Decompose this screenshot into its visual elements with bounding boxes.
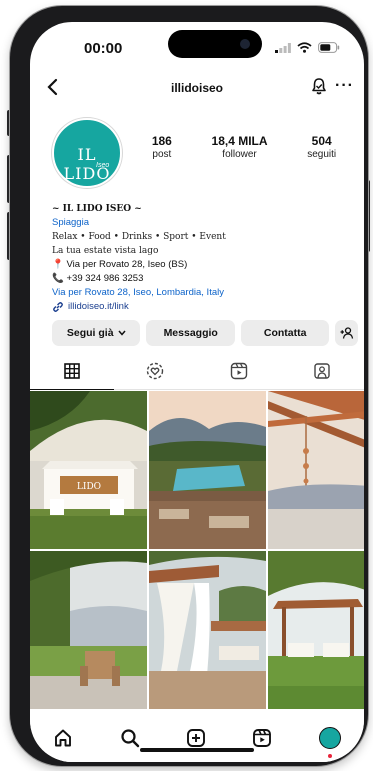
post-image — [149, 551, 266, 709]
bio-name: ~ IL LIDO ISEO ~ — [52, 204, 142, 214]
post-thumbnail[interactable] — [268, 391, 364, 549]
stat-value: 186 — [151, 134, 172, 148]
stat-followers[interactable]: 18,4 MILA follower — [212, 134, 268, 160]
add-person-icon — [340, 327, 353, 339]
status-time: 00:00 — [84, 40, 123, 57]
bottom-navigation — [30, 714, 364, 762]
avatar-logo-text: IL LIDO — [63, 145, 111, 183]
grid-icon — [63, 362, 80, 379]
profile-avatar[interactable]: IL LIDO Iseo — [52, 118, 122, 188]
bio-phone: +39 324 986 3253 — [66, 273, 144, 284]
create-post-icon[interactable] — [186, 728, 206, 748]
contact-button[interactable]: Contatta — [240, 320, 330, 346]
following-label: Segui già — [66, 327, 114, 339]
profile-actions: Segui già Messaggio Contatta — [52, 320, 358, 346]
bio-category[interactable]: Spiaggia — [52, 216, 352, 230]
wifi-icon — [297, 42, 312, 53]
post-image — [149, 391, 266, 549]
search-icon[interactable] — [120, 728, 140, 748]
tab-videos[interactable] — [197, 352, 281, 390]
message-button[interactable]: Messaggio — [146, 320, 235, 346]
following-button[interactable]: Segui già — [52, 320, 141, 346]
bio-link-line[interactable]: illidoiseo.it/link — [52, 300, 352, 314]
svg-text:LIDO: LIDO — [77, 482, 101, 492]
phone-screen: 00:00 illidoiseo ··· IL LIDO Iseo 186 po… — [30, 22, 364, 762]
post-thumbnail[interactable] — [268, 551, 364, 709]
profile-nav-avatar[interactable] — [318, 727, 341, 758]
post-thumbnail[interactable]: LIDO — [30, 391, 147, 549]
notification-bell-icon[interactable] — [310, 77, 328, 95]
stat-label: post — [152, 149, 172, 160]
content-tabs — [30, 352, 364, 390]
post-image: LIDO — [30, 391, 147, 549]
video-icon — [230, 362, 247, 379]
bio-address[interactable]: Via per Rovato 28, Iseo, Lombardia, Ital… — [52, 286, 352, 300]
pin-icon: 📍 — [52, 259, 64, 270]
suggest-people-button[interactable] — [335, 320, 358, 346]
reels-heart-icon — [147, 362, 164, 379]
phone-icon: 📞 — [52, 273, 64, 284]
profile-header: illidoiseo ··· — [30, 72, 364, 108]
tab-tagged[interactable] — [280, 352, 364, 390]
chevron-down-icon — [118, 330, 126, 336]
post-thumbnail[interactable] — [149, 551, 266, 709]
home-indicator[interactable] — [140, 748, 254, 752]
stat-value: 504 — [311, 134, 332, 148]
stat-label: seguiti — [307, 149, 337, 160]
more-options-icon[interactable]: ··· — [335, 77, 354, 95]
bio-link: illidoiseo.it/link — [68, 301, 129, 312]
battery-icon — [318, 42, 340, 53]
profile-stats: 186 post 18,4 MILA follower 504 seguiti — [132, 134, 356, 160]
status-icons — [275, 42, 340, 53]
signal-icon — [275, 42, 291, 53]
post-thumbnail[interactable] — [30, 551, 147, 709]
notification-dot — [327, 754, 332, 758]
stat-posts[interactable]: 186 post — [152, 134, 172, 160]
avatar-logo-sub: Iseo — [96, 162, 110, 169]
post-thumbnail[interactable] — [149, 391, 266, 549]
stat-following[interactable]: 504 seguiti — [307, 134, 336, 160]
bio-phone-line: 📞 +39 324 986 3253 — [52, 272, 352, 286]
profile-bio: ~ IL LIDO ISEO ~ Spiaggia Relax • Food •… — [52, 202, 352, 314]
link-icon — [53, 302, 63, 312]
bio-location: Via per Rovato 28, Iseo (BS) — [66, 259, 188, 270]
reels-icon[interactable] — [252, 728, 272, 748]
camera-dot — [240, 39, 250, 49]
dynamic-island — [168, 30, 262, 58]
tagged-icon — [314, 362, 330, 379]
post-image — [268, 391, 364, 549]
bio-line: La tua estate vista lago — [52, 246, 159, 256]
post-image — [30, 551, 147, 709]
home-icon[interactable] — [53, 728, 73, 748]
status-bar: 00:00 — [30, 22, 364, 70]
post-grid: LIDO — [30, 391, 364, 711]
stat-label: follower — [222, 149, 257, 160]
tab-reels[interactable] — [113, 352, 197, 390]
phone-frame: 00:00 illidoiseo ··· IL LIDO Iseo 186 po… — [10, 6, 368, 766]
bio-line: Relax • Food • Drinks • Sport • Event — [52, 232, 226, 242]
stat-value: 18,4 MILA — [211, 134, 268, 148]
bio-location-line: 📍 Via per Rovato 28, Iseo (BS) — [52, 258, 352, 272]
post-image — [268, 551, 364, 709]
tab-posts[interactable] — [30, 352, 114, 390]
